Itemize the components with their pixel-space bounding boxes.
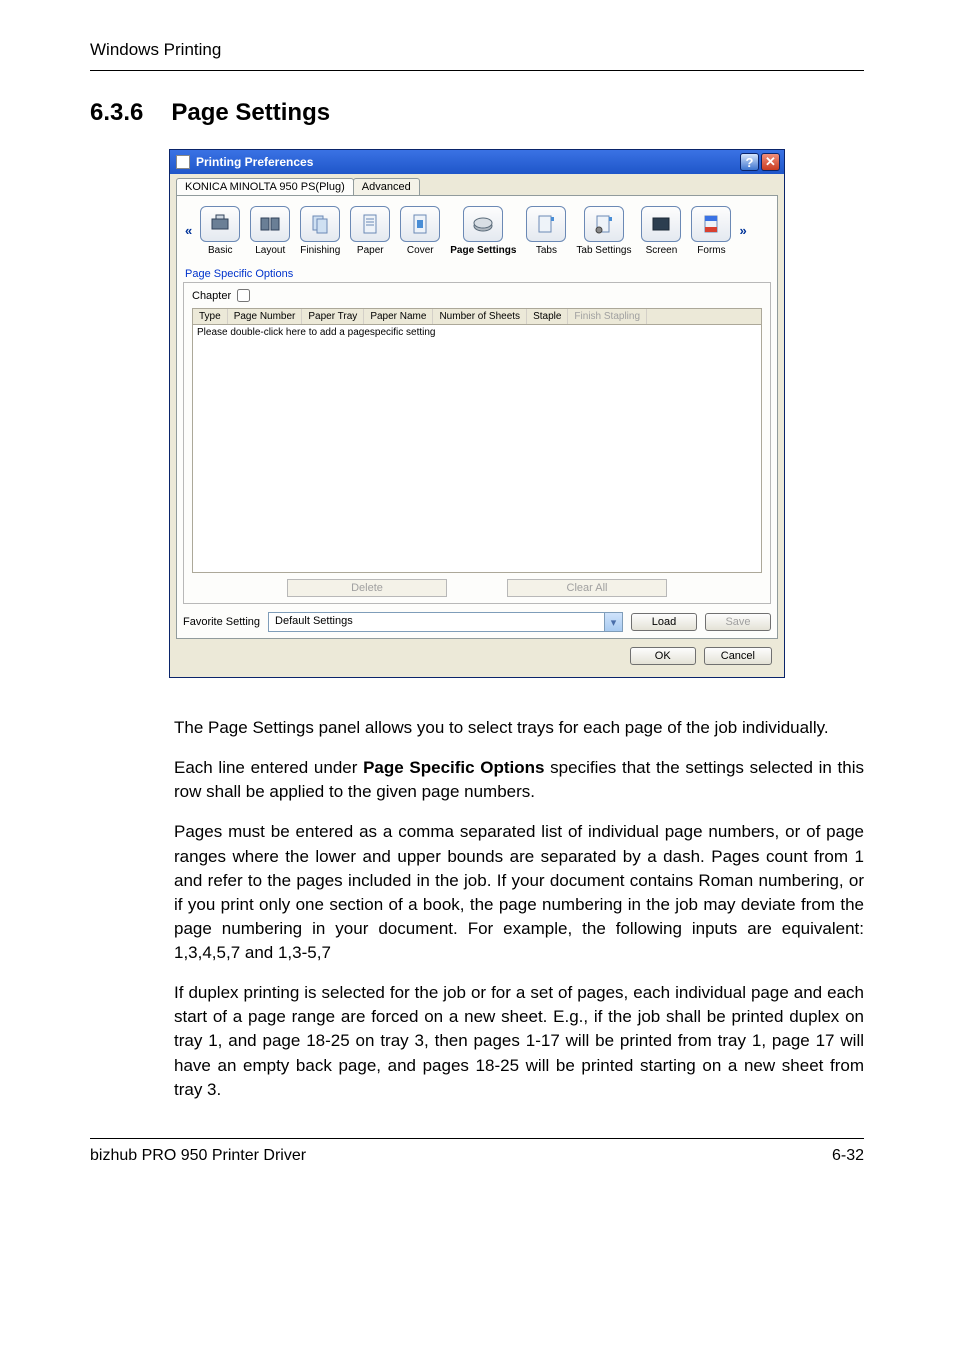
toolbar-finishing[interactable]: Finishing	[296, 204, 344, 256]
outer-tabstrip: KONICA MINOLTA 950 PS(Plug) Advanced	[176, 178, 778, 195]
favorite-setting-label: Favorite Setting	[183, 616, 260, 628]
tab-driver-advanced[interactable]: Advanced	[353, 178, 420, 195]
tab-driver-main[interactable]: KONICA MINOLTA 950 PS(Plug)	[176, 178, 354, 195]
toolbar-label: Forms	[697, 245, 725, 256]
load-button[interactable]: Load	[631, 613, 697, 631]
page-specific-options-panel: Chapter Type Page Number Paper Tray Pape…	[183, 282, 771, 604]
window-title: Printing Preferences	[196, 155, 313, 169]
section-heading: 6.3.6 Page Settings	[90, 99, 864, 127]
grid-header-row: Type Page Number Paper Tray Paper Name N…	[192, 308, 762, 325]
forms-icon	[691, 206, 731, 242]
delete-button[interactable]: Delete	[287, 579, 447, 597]
toolbar-layout[interactable]: Layout	[246, 204, 294, 256]
section-number: 6.3.6	[90, 99, 143, 127]
tabs-icon	[526, 206, 566, 242]
layout-icon	[250, 206, 290, 242]
header-rule	[90, 70, 864, 71]
toolbar-label: Tab Settings	[576, 245, 631, 256]
toolbar-paper[interactable]: Paper	[346, 204, 394, 256]
basic-icon	[200, 206, 240, 242]
toolbar-scroll-left[interactable]: «	[183, 223, 194, 238]
footer-left: bizhub PRO 950 Printer Driver	[90, 1147, 306, 1165]
grid-body[interactable]: Please double-click here to add a pagesp…	[192, 325, 762, 573]
favorite-setting-select[interactable]: Default Settings ▾	[268, 612, 623, 632]
toolbar-label: Tabs	[536, 245, 557, 256]
cover-icon	[400, 206, 440, 242]
chapter-label: Chapter	[192, 290, 231, 302]
toolbar-label: Page Settings	[450, 245, 516, 256]
toolbar-page-settings[interactable]: Page Settings	[446, 204, 520, 256]
toolbar-tab-settings[interactable]: Tab Settings	[572, 204, 635, 256]
printer-icon	[176, 155, 190, 169]
grid-header-staple[interactable]: Staple	[527, 309, 568, 324]
toolbar-label: Screen	[646, 245, 678, 256]
chevron-down-icon: ▾	[604, 613, 622, 631]
cancel-button[interactable]: Cancel	[704, 647, 772, 665]
toolbar-label: Layout	[255, 245, 285, 256]
footer-right: 6-32	[832, 1147, 864, 1165]
body-text: The Page Settings panel allows you to se…	[90, 716, 864, 1102]
chapter-checkbox[interactable]	[237, 289, 250, 302]
save-button[interactable]: Save	[705, 613, 771, 631]
grid-header-finish-stapling[interactable]: Finish Stapling	[568, 309, 647, 324]
printing-preferences-dialog: Printing Preferences ? ✕ KONICA MINOLTA …	[169, 149, 785, 678]
toolbar-screen[interactable]: Screen	[637, 204, 685, 256]
toolbar-label: Basic	[208, 245, 232, 256]
toolbar-label: Paper	[357, 245, 384, 256]
section-title: Page Settings	[171, 99, 330, 127]
favorite-setting-value: Default Settings	[269, 613, 604, 631]
toolbar-scroll-right[interactable]: »	[737, 223, 748, 238]
titlebar: Printing Preferences ? ✕	[170, 150, 784, 174]
toolbar-label: Finishing	[300, 245, 340, 256]
grid-header-number-of-sheets[interactable]: Number of Sheets	[433, 309, 527, 324]
toolbar-basic[interactable]: Basic	[196, 204, 244, 256]
grid-header-paper-tray[interactable]: Paper Tray	[302, 309, 364, 324]
page-footer: bizhub PRO 950 Printer Driver 6-32	[90, 1138, 864, 1165]
ok-button[interactable]: OK	[630, 647, 696, 665]
toolbar-tabs[interactable]: Tabs	[522, 204, 570, 256]
page-settings-icon	[463, 206, 503, 242]
grid-header-type[interactable]: Type	[193, 309, 228, 324]
grid-header-page-number[interactable]: Page Number	[228, 309, 303, 324]
clear-all-button[interactable]: Clear All	[507, 579, 667, 597]
paragraph: Each line entered under Page Specific Op…	[174, 756, 864, 804]
toolbar-label: Cover	[407, 245, 434, 256]
paragraph: The Page Settings panel allows you to se…	[174, 716, 864, 740]
help-button[interactable]: ?	[740, 153, 759, 171]
screen-icon	[641, 206, 681, 242]
paragraph: If duplex printing is selected for the j…	[174, 981, 864, 1102]
toolbar-forms[interactable]: Forms	[687, 204, 735, 256]
category-toolbar: « Basic Layout	[183, 202, 771, 262]
grid-header-paper-name[interactable]: Paper Name	[364, 309, 433, 324]
grid-hint-text: Please double-click here to add a pagesp…	[197, 327, 435, 338]
page-specific-options-label: Page Specific Options	[183, 262, 771, 282]
tab-settings-icon	[584, 206, 624, 242]
paragraph: Pages must be entered as a comma separat…	[174, 820, 864, 965]
close-button[interactable]: ✕	[761, 153, 780, 171]
finishing-icon	[300, 206, 340, 242]
toolbar-cover[interactable]: Cover	[396, 204, 444, 256]
paper-icon	[350, 206, 390, 242]
running-header: Windows Printing	[90, 40, 864, 60]
